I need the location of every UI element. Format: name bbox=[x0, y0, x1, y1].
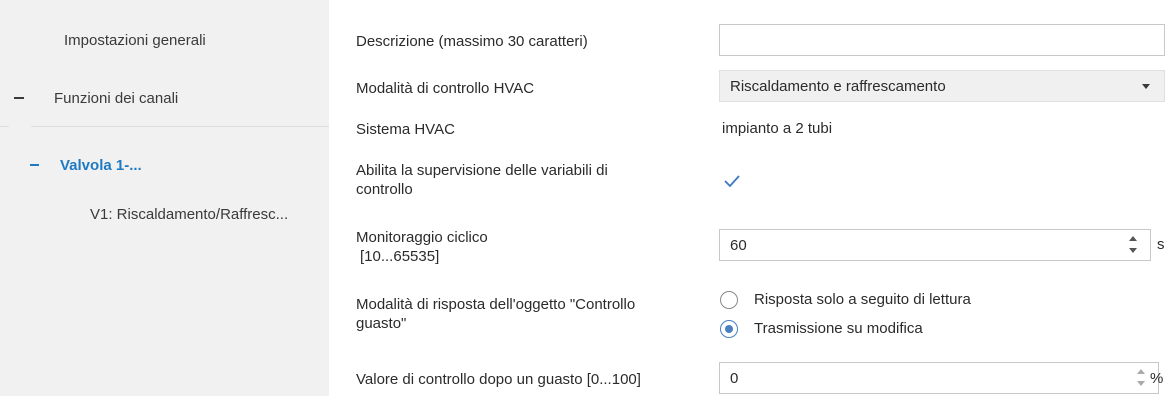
hvac-system-label: Sistema HVAC bbox=[356, 121, 455, 138]
supervision-label-line1: Abilita la supervisione delle variabili … bbox=[356, 162, 608, 179]
supervision-label: Abilita la supervisione delle variabili … bbox=[356, 161, 608, 199]
radio-option-label: Trasmissione su modifica bbox=[754, 320, 923, 337]
nav-label-valve-heating-cooling: V1: Riscaldamento/Raffresc... bbox=[90, 206, 289, 223]
cyclic-monitoring-title: Monitoraggio ciclico bbox=[356, 229, 488, 246]
cyclic-monitoring-range: [10...65535] bbox=[360, 248, 440, 265]
arrow-up-icon bbox=[1129, 236, 1137, 241]
collapse-icon[interactable] bbox=[14, 97, 24, 99]
nav-label-general-settings: Impostazioni generali bbox=[64, 32, 206, 49]
nav-label-valve: Valvola 1-... bbox=[60, 157, 142, 174]
supervision-checkbox[interactable] bbox=[722, 171, 742, 191]
fault-value-unit: % bbox=[1150, 370, 1164, 387]
response-mode-label-line1: Modalità di risposta dell'oggetto "Contr… bbox=[356, 296, 636, 313]
check-icon bbox=[724, 175, 740, 188]
sidebar: Impostazioni generali Funzioni dei canal… bbox=[0, 0, 329, 396]
tree-notch bbox=[8, 126, 32, 136]
nav-item-valve-heating-cooling[interactable]: V1: Riscaldamento/Raffresc... bbox=[0, 200, 329, 230]
hvac-mode-value: Riscaldamento e raffrescamento bbox=[730, 78, 946, 95]
radio-button-selected[interactable] bbox=[720, 320, 738, 338]
nav-label-channel-functions: Funzioni dei canali bbox=[54, 90, 179, 107]
cyclic-monitoring-value: 60 bbox=[730, 237, 747, 254]
spin-button[interactable] bbox=[1136, 368, 1146, 388]
hvac-mode-select[interactable]: Riscaldamento e raffrescamento bbox=[719, 70, 1165, 102]
description-input[interactable] bbox=[719, 24, 1165, 56]
hvac-system-value: impianto a 2 tubi bbox=[722, 120, 833, 137]
fault-value: 0 bbox=[730, 370, 739, 387]
cyclic-monitoring-unit: s bbox=[1157, 236, 1165, 253]
supervision-label-line2: controllo bbox=[356, 181, 413, 198]
response-mode-label-line2: guasto" bbox=[356, 315, 407, 332]
arrow-down-icon bbox=[1137, 381, 1145, 386]
cyclic-monitoring-label: Monitoraggio ciclico [10...65535] bbox=[356, 228, 488, 266]
hvac-mode-label: Modalità di controllo HVAC bbox=[356, 80, 535, 97]
radio-option-label: Risposta solo a seguito di lettura bbox=[754, 291, 971, 308]
response-mode-label: Modalità di risposta dell'oggetto "Contr… bbox=[356, 295, 635, 333]
collapse-icon[interactable] bbox=[30, 164, 39, 166]
cyclic-monitoring-input[interactable]: 60 bbox=[719, 229, 1151, 261]
chevron-down-icon bbox=[1142, 84, 1150, 89]
fault-value-input[interactable]: 0 bbox=[719, 362, 1159, 394]
radio-button[interactable] bbox=[720, 291, 738, 309]
nav-item-general-settings[interactable]: Impostazioni generali bbox=[0, 12, 329, 65]
nav-item-valve[interactable]: Valvola 1-... bbox=[0, 150, 329, 186]
fault-value-label: Valore di controllo dopo un guasto [0...… bbox=[356, 371, 641, 388]
arrow-up-icon bbox=[1137, 369, 1145, 374]
spin-button[interactable] bbox=[1128, 235, 1138, 255]
description-label: Descrizione (massimo 30 caratteri) bbox=[356, 33, 588, 50]
arrow-down-icon bbox=[1129, 248, 1137, 253]
nav-item-channel-functions[interactable]: Funzioni dei canali bbox=[0, 64, 329, 127]
